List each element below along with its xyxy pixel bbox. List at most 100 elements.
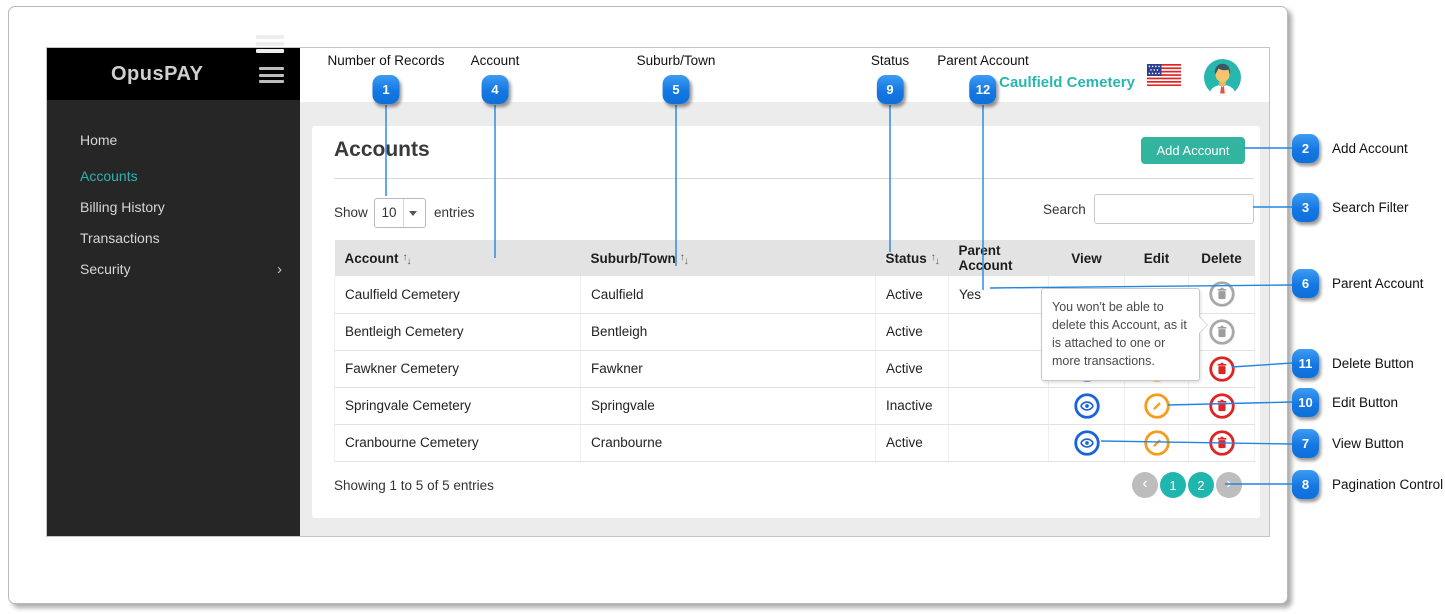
callout-badge: 12 xyxy=(969,75,997,104)
sidebar-item-transactions[interactable]: Transactions xyxy=(47,223,300,254)
tooltip-text: You won't be able to delete this Account… xyxy=(1052,300,1187,369)
tooltip-arrow xyxy=(1198,316,1208,334)
page-size-select[interactable]: 10 xyxy=(374,198,426,228)
top-header-bar: Caulfield Cemetery xyxy=(300,48,1269,102)
header-status[interactable]: Status xyxy=(875,240,949,276)
delete-button-disabled-icon[interactable] xyxy=(1208,318,1235,345)
delete-button-icon[interactable] xyxy=(1208,429,1235,456)
pagination-next-button[interactable] xyxy=(1216,472,1242,498)
sort-icon xyxy=(403,252,411,267)
app-logo: OpusPAY xyxy=(111,63,204,85)
cell-view xyxy=(1048,387,1125,425)
pagination-page-2[interactable]: 2 xyxy=(1188,472,1214,498)
user-avatar[interactable] xyxy=(1204,59,1241,96)
edit-button-icon[interactable] xyxy=(1143,429,1170,456)
cell-view xyxy=(1048,424,1125,462)
header-parent-account: Parent Account xyxy=(948,240,1049,276)
callout-edit-button: 10 Edit Button xyxy=(1292,388,1398,417)
search-label: Search xyxy=(1043,202,1086,217)
cell-parent-account xyxy=(948,424,1049,462)
cell-account: Bentleigh Cemetery xyxy=(334,313,581,351)
cell-parent-account xyxy=(948,350,1049,388)
callout-badge: 7 xyxy=(1292,429,1319,458)
pagination-page-1[interactable]: 1 xyxy=(1160,472,1186,498)
callout-badge: 6 xyxy=(1292,269,1319,298)
callout-label: Account xyxy=(470,53,520,68)
callout-parent-account-top: Parent Account 12 xyxy=(937,53,1029,104)
cell-account: Springvale Cemetery xyxy=(334,387,581,425)
page-title: Accounts xyxy=(334,138,430,161)
sidebar-item-accounts[interactable]: Accounts xyxy=(47,161,300,192)
delete-button-disabled-icon[interactable] xyxy=(1208,281,1235,307)
callout-label: Add Account xyxy=(1332,141,1408,156)
callout-label: Pagination Control xyxy=(1332,477,1444,492)
callout-label: Delete Button xyxy=(1332,356,1414,371)
callout-badge: 10 xyxy=(1292,388,1319,417)
show-label: Show xyxy=(334,205,368,220)
view-button-icon[interactable] xyxy=(1073,392,1100,419)
edit-button-icon[interactable] xyxy=(1143,392,1170,419)
callout-pagination-control: 8 Pagination Control xyxy=(1292,470,1443,499)
callout-badge: 4 xyxy=(481,75,509,104)
callout-account: Account 4 xyxy=(470,53,520,104)
entries-label: entries xyxy=(434,205,475,220)
callout-label: Number of Records xyxy=(327,53,445,68)
callout-badge: 2 xyxy=(1292,134,1319,163)
cell-suburb: Caulfield xyxy=(580,276,876,314)
page-size-value: 10 xyxy=(375,199,404,227)
chevron-down-icon xyxy=(409,211,417,216)
delete-button-icon[interactable] xyxy=(1208,392,1235,419)
cell-edit xyxy=(1124,387,1189,425)
sidebar-item-home[interactable]: Home xyxy=(47,125,300,156)
divider xyxy=(334,178,1254,179)
search-input[interactable] xyxy=(1094,194,1254,224)
hamburger-menu-icon[interactable] xyxy=(259,67,284,87)
header-view: View xyxy=(1048,240,1125,276)
callout-add-account: 2 Add Account xyxy=(1292,134,1408,163)
callout-search-filter: 3 Search Filter xyxy=(1292,193,1409,222)
cell-account: Fawkner Cemetery xyxy=(334,350,581,388)
callout-badge: 8 xyxy=(1292,470,1319,499)
cell-delete xyxy=(1188,387,1255,425)
callout-parent-account-right: 6 Parent Account xyxy=(1292,269,1424,298)
faint-menu-icon xyxy=(256,35,284,56)
sidebar-item-label: Security xyxy=(80,261,131,277)
sort-icon xyxy=(680,252,688,267)
sidebar-item-billing-history[interactable]: Billing History xyxy=(47,192,300,223)
table-info-text: Showing 1 to 5 of 5 entries xyxy=(334,478,494,493)
callout-label: View Button xyxy=(1332,436,1404,451)
cell-suburb: Bentleigh xyxy=(580,313,876,351)
view-button-icon[interactable] xyxy=(1073,429,1100,456)
cell-suburb: Fawkner xyxy=(580,350,876,388)
cell-delete xyxy=(1188,424,1255,462)
callout-label: Parent Account xyxy=(937,53,1029,68)
callout-badge: 1 xyxy=(372,75,400,104)
callout-badge: 3 xyxy=(1292,193,1319,222)
header-delete: Delete xyxy=(1188,240,1255,276)
cell-parent-account xyxy=(948,387,1049,425)
chevron-right-icon xyxy=(277,254,282,285)
callout-view-button: 7 View Button xyxy=(1292,429,1404,458)
callout-badge: 5 xyxy=(662,75,690,104)
callout-number-of-records: Number of Records 1 xyxy=(327,53,445,104)
callout-label: Status xyxy=(870,53,910,68)
pagination-prev-button[interactable] xyxy=(1132,472,1158,498)
add-account-button[interactable]: Add Account xyxy=(1141,137,1245,164)
delete-button-icon[interactable] xyxy=(1208,355,1235,382)
callout-badge: 9 xyxy=(876,75,904,104)
callout-label: Parent Account xyxy=(1332,276,1424,291)
cell-edit xyxy=(1124,424,1189,462)
sidebar-item-security[interactable]: Security xyxy=(47,254,300,285)
cell-parent-account xyxy=(948,313,1049,351)
documentation-page: OpusPAY Home Accounts Billing History Tr… xyxy=(0,0,1445,614)
table-header-row: Account Suburb/Town Status Parent Accoun… xyxy=(334,240,1255,276)
cell-status: Inactive xyxy=(875,387,949,425)
header-edit: Edit xyxy=(1124,240,1189,276)
delete-disabled-tooltip: You won't be able to delete this Account… xyxy=(1041,288,1208,381)
cell-suburb: Springvale xyxy=(580,387,876,425)
header-account[interactable]: Account xyxy=(334,240,581,276)
language-flag-icon[interactable] xyxy=(1146,63,1182,91)
cell-account: Caulfield Cemetery xyxy=(334,276,581,314)
table-row: Springvale Cemetery Springvale Inactive xyxy=(334,387,1255,425)
header-suburb-town[interactable]: Suburb/Town xyxy=(580,240,876,276)
